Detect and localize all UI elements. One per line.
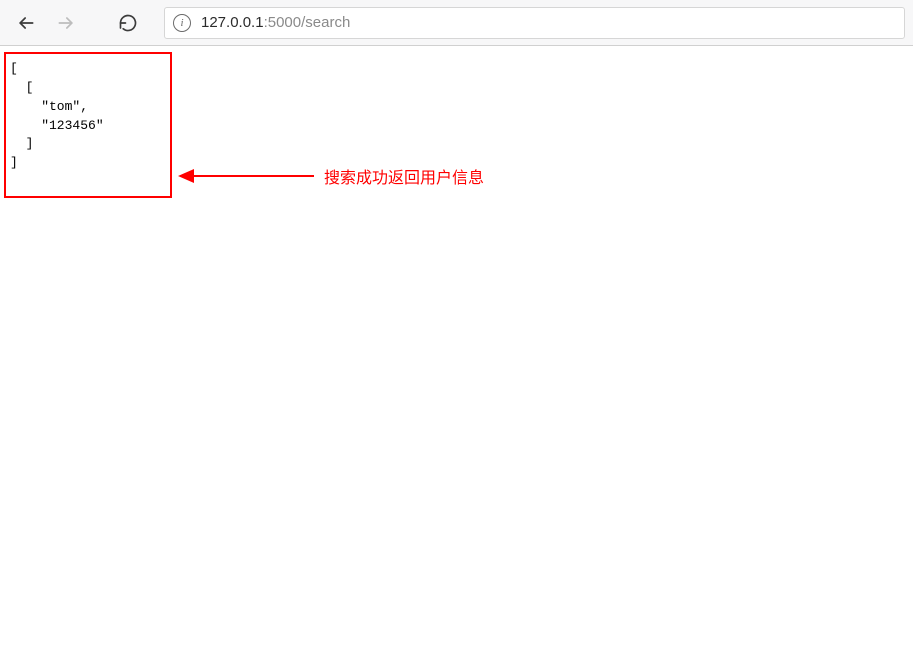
reload-icon — [118, 13, 138, 33]
json-response-box: [ [ "tom", "123456" ] ] — [4, 52, 172, 198]
forward-button[interactable] — [48, 5, 84, 41]
url-text: 127.0.0.1:5000/search — [201, 14, 350, 31]
url-host: 127.0.0.1 — [201, 14, 264, 31]
address-bar[interactable]: i 127.0.0.1:5000/search — [164, 7, 905, 39]
site-info-icon[interactable]: i — [173, 14, 191, 32]
annotation-label: 搜索成功返回用户信息 — [324, 164, 484, 188]
json-response-text: [ [ "tom", "123456" ] ] — [10, 60, 166, 173]
reload-button[interactable] — [110, 5, 146, 41]
url-rest: :5000/search — [264, 14, 351, 31]
browser-toolbar: i 127.0.0.1:5000/search — [0, 0, 913, 46]
arrow-left-annotation-icon — [176, 164, 316, 188]
arrow-left-icon — [16, 13, 36, 33]
arrow-right-icon — [56, 13, 76, 33]
back-button[interactable] — [8, 5, 44, 41]
annotation: 搜索成功返回用户信息 — [176, 164, 484, 188]
info-glyph: i — [180, 17, 183, 29]
